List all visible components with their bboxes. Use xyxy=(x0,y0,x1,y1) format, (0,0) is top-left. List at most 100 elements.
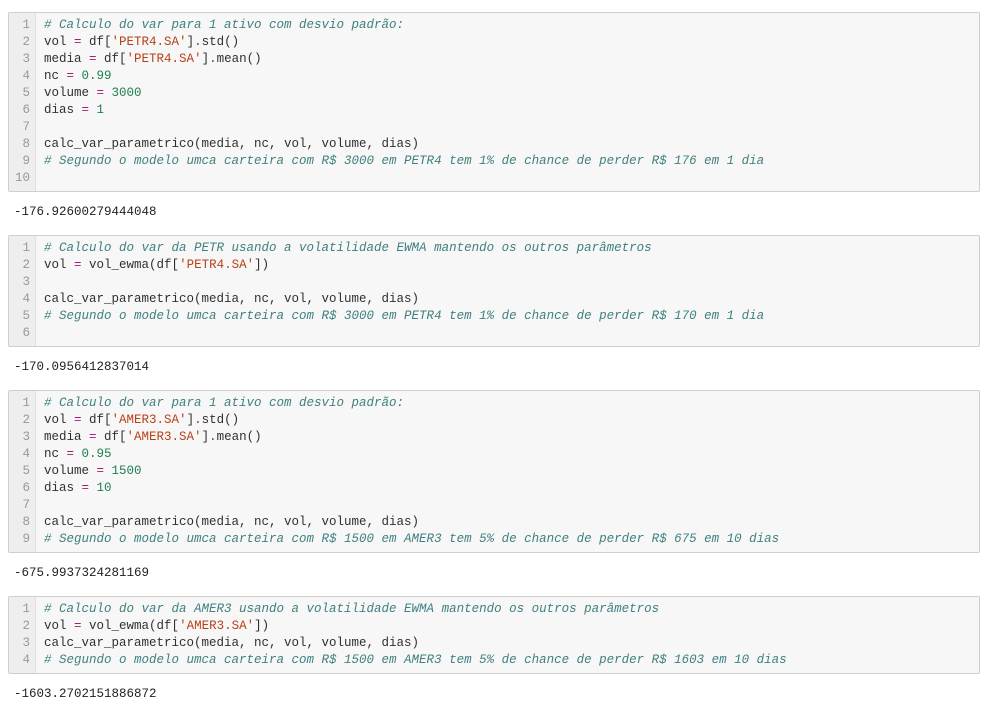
token-name xyxy=(89,103,97,117)
token-num: 1 xyxy=(97,103,105,117)
code-line xyxy=(44,274,971,291)
token-name: calc_var_parametrico(media, nc, vol, vol… xyxy=(44,515,419,529)
token-op: = xyxy=(97,464,105,478)
code-line: # Segundo o modelo umca carteira com R$ … xyxy=(44,652,971,669)
token-op: = xyxy=(74,258,82,272)
line-number: 4 xyxy=(14,68,30,85)
token-name: volume xyxy=(44,86,97,100)
token-str: 'PETR4.SA' xyxy=(179,258,254,272)
token-name: std() xyxy=(202,413,240,427)
code-line: vol = df['AMER3.SA'].std() xyxy=(44,412,971,429)
token-name: nc xyxy=(44,69,67,83)
token-comment: # Calculo do var para 1 ativo com desvio… xyxy=(44,18,404,32)
line-number: 4 xyxy=(14,652,30,669)
token-op: = xyxy=(82,481,90,495)
notebook-root: 12345678910# Calculo do var para 1 ativo… xyxy=(8,12,980,711)
token-name: vol xyxy=(44,258,74,272)
line-number: 9 xyxy=(14,531,30,548)
token-name: vol_ewma(df[ xyxy=(82,258,180,272)
token-name: df[ xyxy=(82,35,112,49)
line-number: 1 xyxy=(14,395,30,412)
line-number: 6 xyxy=(14,102,30,119)
line-number: 4 xyxy=(14,291,30,308)
token-op: = xyxy=(89,430,97,444)
line-number: 1 xyxy=(14,240,30,257)
token-name: ] xyxy=(187,413,195,427)
line-number: 6 xyxy=(14,325,30,342)
token-name xyxy=(104,464,112,478)
code-line: # Segundo o modelo umca carteira com R$ … xyxy=(44,153,971,170)
code-area[interactable]: # Calculo do var da PETR usando a volati… xyxy=(36,236,979,346)
token-str: 'AMER3.SA' xyxy=(112,413,187,427)
token-name: ] xyxy=(202,430,210,444)
token-op: . xyxy=(194,413,202,427)
token-name: vol_ewma(df[ xyxy=(82,619,180,633)
token-name: calc_var_parametrico(media, nc, vol, vol… xyxy=(44,636,419,650)
code-area[interactable]: # Calculo do var da AMER3 usando a volat… xyxy=(36,597,979,673)
code-line: vol = vol_ewma(df['AMER3.SA']) xyxy=(44,618,971,635)
code-line: vol = vol_ewma(df['PETR4.SA']) xyxy=(44,257,971,274)
line-number: 7 xyxy=(14,497,30,514)
code-area[interactable]: # Calculo do var para 1 ativo com desvio… xyxy=(36,391,979,552)
token-name: dias xyxy=(44,481,82,495)
cell-output: -675.9937324281169 xyxy=(8,557,980,590)
line-number: 2 xyxy=(14,257,30,274)
line-number: 4 xyxy=(14,446,30,463)
token-name: nc xyxy=(44,447,67,461)
token-comment: # Segundo o modelo umca carteira com R$ … xyxy=(44,532,779,546)
line-number: 8 xyxy=(14,136,30,153)
token-op: = xyxy=(74,413,82,427)
code-line: # Calculo do var para 1 ativo com desvio… xyxy=(44,17,971,34)
line-number-gutter: 1234 xyxy=(9,597,36,673)
code-line: # Calculo do var da AMER3 usando a volat… xyxy=(44,601,971,618)
token-str: 'AMER3.SA' xyxy=(127,430,202,444)
token-comment: # Segundo o modelo umca carteira com R$ … xyxy=(44,154,764,168)
token-op: . xyxy=(209,430,217,444)
token-name: dias xyxy=(44,103,82,117)
token-op: = xyxy=(82,103,90,117)
code-cell[interactable]: 12345678910 # Calculo do var para 1 ativo… xyxy=(8,12,980,192)
code-line: media = df['PETR4.SA'].mean() xyxy=(44,51,971,68)
line-number: 8 xyxy=(14,514,30,531)
code-cell[interactable]: 1234 # Calculo do var da AMER3 usando a v… xyxy=(8,596,980,674)
token-name: calc_var_parametrico(media, nc, vol, vol… xyxy=(44,137,419,151)
line-number: 3 xyxy=(14,429,30,446)
line-number: 10 xyxy=(14,170,30,187)
code-line: # Calculo do var da PETR usando a volati… xyxy=(44,240,971,257)
token-num: 0.95 xyxy=(82,447,112,461)
code-line: dias = 10 xyxy=(44,480,971,497)
line-number-gutter: 12345678910 xyxy=(9,13,36,191)
code-line: volume = 3000 xyxy=(44,85,971,102)
token-name: df[ xyxy=(97,430,127,444)
code-line xyxy=(44,497,971,514)
token-name xyxy=(104,86,112,100)
token-name xyxy=(89,481,97,495)
code-cell[interactable]: 123456 # Calculo do var da PETR usando a … xyxy=(8,235,980,347)
cell-output: -176.92600279444048 xyxy=(8,196,980,229)
token-num: 1500 xyxy=(112,464,142,478)
token-name xyxy=(74,69,82,83)
token-name: ]) xyxy=(254,258,269,272)
token-name: media xyxy=(44,52,89,66)
code-line: volume = 1500 xyxy=(44,463,971,480)
code-line: # Segundo o modelo umca carteira com R$ … xyxy=(44,531,971,548)
token-op: . xyxy=(209,52,217,66)
code-line: calc_var_parametrico(media, nc, vol, vol… xyxy=(44,291,971,308)
token-name xyxy=(74,447,82,461)
code-line xyxy=(44,119,971,136)
token-name: vol xyxy=(44,35,74,49)
code-line xyxy=(44,170,971,187)
line-number: 5 xyxy=(14,308,30,325)
line-number: 5 xyxy=(14,85,30,102)
token-str: 'PETR4.SA' xyxy=(127,52,202,66)
line-number: 9 xyxy=(14,153,30,170)
token-name: vol xyxy=(44,413,74,427)
code-line: media = df['AMER3.SA'].mean() xyxy=(44,429,971,446)
code-line: # Segundo o modelo umca carteira com R$ … xyxy=(44,308,971,325)
line-number: 3 xyxy=(14,274,30,291)
code-cell[interactable]: 123456789# Calculo do var para 1 ativo c… xyxy=(8,390,980,553)
cell-output: -170.0956412837014 xyxy=(8,351,980,384)
code-area[interactable]: # Calculo do var para 1 ativo com desvio… xyxy=(36,13,979,191)
token-num: 10 xyxy=(97,481,112,495)
code-line: calc_var_parametrico(media, nc, vol, vol… xyxy=(44,514,971,531)
